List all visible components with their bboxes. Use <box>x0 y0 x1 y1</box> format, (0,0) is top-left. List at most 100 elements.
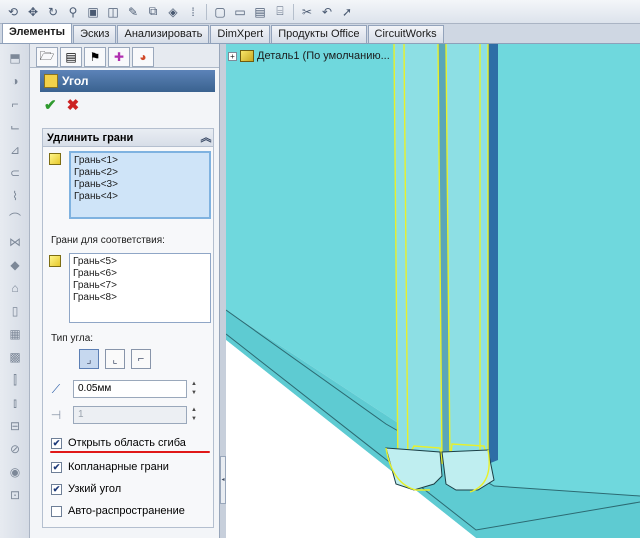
collapse-icon[interactable]: ︽ <box>199 129 213 146</box>
unfold-icon[interactable]: ▯ <box>6 302 24 320</box>
list-item[interactable]: Грань<8> <box>73 292 207 304</box>
rotate-icon[interactable]: ↻ <box>44 3 62 21</box>
flatten-icon[interactable]: ▩ <box>6 348 24 366</box>
manager-tabs: 🗁 ▤ ⚑ ✚ ◕ <box>30 44 219 68</box>
faces-to-match-list[interactable]: Грань<5> Грань<6> Грань<7> Грань<8> <box>69 253 211 323</box>
tab-dimxpert[interactable]: DimXpert <box>210 25 271 43</box>
cylinder-icon[interactable]: ⌸ <box>271 3 289 21</box>
face-selection-icon <box>49 153 61 165</box>
sketch-icon[interactable]: ✎ <box>124 3 142 21</box>
feature-title: Угол <box>62 74 89 88</box>
display-manager-tab-icon[interactable]: ◕ <box>132 47 154 67</box>
gap-spinner[interactable]: ▲ ▼ <box>189 380 199 398</box>
dimxpert-tab-icon[interactable]: ✚ <box>108 47 130 67</box>
face-selection-icon <box>49 255 61 267</box>
move-icon[interactable]: ✥ <box>24 3 42 21</box>
configuration-tab-icon[interactable]: ⚑ <box>84 47 106 67</box>
group-header[interactable]: Удлинить грани ︽ <box>43 129 213 147</box>
insert-bends-icon[interactable]: ⊟ <box>6 417 24 435</box>
miter-flange-icon[interactable]: ⊿ <box>6 141 24 159</box>
rip-icon[interactable]: ⫾ <box>6 394 24 412</box>
wall-left <box>394 44 442 474</box>
simple-hole-icon[interactable]: ◉ <box>6 463 24 481</box>
no-bends-icon[interactable]: ⫿ <box>6 371 24 389</box>
narrow-corner-row[interactable]: ✔ Узкий угол <box>51 481 121 497</box>
tab-evaluate[interactable]: Анализировать <box>117 25 210 43</box>
extrude-boss-icon[interactable]: ⬒ <box>6 49 24 67</box>
cross-break-icon[interactable]: ⋈ <box>6 233 24 251</box>
closed-butt-corner-button[interactable]: ⌞ <box>105 349 125 369</box>
list-item[interactable]: Грань<6> <box>73 268 207 280</box>
coplanar-faces-row[interactable]: ✔ Копланарные грани <box>51 459 169 475</box>
display-style-icon[interactable]: ▤ <box>251 3 269 21</box>
toolbar-separator <box>293 3 294 20</box>
corners-dropdown-icon[interactable]: ◆ <box>6 256 24 274</box>
fold-icon[interactable]: ▦ <box>6 325 24 343</box>
edge-flange-icon[interactable]: ⌙ <box>6 118 24 136</box>
pm-actions: ✔ ✖ <box>44 92 219 118</box>
list-item[interactable]: Грань<2> <box>74 167 206 179</box>
select-icon[interactable]: ▢ <box>211 3 229 21</box>
left-command-strip: ⬒ ◑ ⌐ ⌙ ⊿ ⊂ ⌇ ⌒ ⋈ ◆ ⌂ ▯ ▦ ▩ ⫿ ⫾ ⊟ ⊘ ◉ ⊡ <box>0 44 30 538</box>
open-bend-region-row[interactable]: ✔ Открыть область сгиба <box>51 435 186 451</box>
corner-type-label: Тип угла: <box>51 333 94 344</box>
narrow-corner-checkbox[interactable]: ✔ <box>51 483 62 495</box>
wall-dark-edge <box>488 44 498 464</box>
auto-propagation-row[interactable]: Авто-распространение <box>51 503 185 519</box>
list-item[interactable]: Грань<4> <box>74 191 206 203</box>
command-manager-tabs: Элементы Эскиз Анализировать DimXpert Пр… <box>0 23 640 44</box>
list-item[interactable]: Грань<7> <box>73 280 207 292</box>
overlap-ratio-row: ⊣ 1 ▲ ▼ <box>47 405 211 425</box>
extruded-cut-icon[interactable]: ⊘ <box>6 440 24 458</box>
featuremanager-tab-icon[interactable]: 🗁 <box>36 47 58 67</box>
part-icon <box>240 50 254 62</box>
gap-distance-icon: ⟋ <box>51 381 61 396</box>
mate-icon[interactable]: ⚲ <box>64 3 82 21</box>
open-butt-corner-button[interactable]: ⌟ <box>79 349 99 369</box>
coplanar-faces-checkbox[interactable]: ✔ <box>51 461 62 473</box>
model-view[interactable] <box>226 44 640 538</box>
arrow-icon[interactable]: ➚ <box>338 3 356 21</box>
vent-icon[interactable]: ⊡ <box>6 486 24 504</box>
auto-propagation-label: Авто-распространение <box>68 505 185 517</box>
open-bend-region-checkbox[interactable]: ✔ <box>51 437 62 449</box>
match-faces-label: Грани для соответствия: <box>51 235 165 246</box>
undo-icon[interactable]: ↶ <box>318 3 336 21</box>
points-icon[interactable]: ⁞ <box>184 3 202 21</box>
jog-icon[interactable]: ⌇ <box>6 187 24 205</box>
sheet-icon[interactable]: ▭ <box>231 3 249 21</box>
part-name: Деталь1 (По умолчанию... <box>257 50 390 62</box>
propertymanager-tab-icon[interactable]: ▤ <box>60 47 82 67</box>
forming-tool-icon[interactable]: ⌂ <box>6 279 24 297</box>
sketched-bend-icon[interactable]: ⌒ <box>6 210 24 228</box>
overlap-corner-button[interactable]: ⌐ <box>131 349 151 369</box>
new-document-icon[interactable]: ⟲ <box>4 3 22 21</box>
feature-tree-item[interactable]: + Деталь1 (По умолчанию... <box>228 50 390 62</box>
auto-propagation-checkbox[interactable] <box>51 505 62 517</box>
ok-button[interactable]: ✔ <box>44 96 57 114</box>
annotation-underline <box>50 451 210 453</box>
property-manager: 🗁 ▤ ⚑ ✚ ◕ Угол ✔ ✖ Удлинить грани ︽ Гран… <box>30 44 220 538</box>
overlap-ratio-input: 1 <box>73 406 187 424</box>
tab-sketch[interactable]: Эскиз <box>73 25 117 43</box>
tab-features[interactable]: Элементы <box>2 23 73 43</box>
list-item[interactable]: Грань<1> <box>74 155 206 167</box>
view-icon[interactable]: ◫ <box>104 3 122 21</box>
feature-icon[interactable]: ⧉ <box>144 3 162 21</box>
graphics-area[interactable]: + Деталь1 (По умолчанию... <box>226 44 640 538</box>
tab-circuitworks[interactable]: CircuitWorks <box>367 25 444 43</box>
list-item[interactable]: Грань<5> <box>73 256 207 268</box>
tab-office-products[interactable]: Продукты Office <box>271 25 367 43</box>
base-flange-icon[interactable]: ⌐ <box>6 95 24 113</box>
gap-distance-input[interactable]: 0.05мм <box>73 380 187 398</box>
top-toolbar: ⟲ ✥ ↻ ⚲ ▣ ◫ ✎ ⧉ ◈ ⁞ ▢ ▭ ▤ ⌸ ✂ ↶ ➚ <box>0 0 640 24</box>
faces-to-extend-list[interactable]: Грань<1> Грань<2> Грань<3> Грань<4> <box>69 151 211 219</box>
view-orientation-icon[interactable]: ◈ <box>164 3 182 21</box>
expand-icon[interactable]: + <box>228 51 237 61</box>
cut-icon[interactable]: ✂ <box>298 3 316 21</box>
hem-icon[interactable]: ⊂ <box>6 164 24 182</box>
cancel-button[interactable]: ✖ <box>67 96 80 114</box>
revolve-icon[interactable]: ◑ <box>6 72 24 90</box>
list-item[interactable]: Грань<3> <box>74 179 206 191</box>
window-icon[interactable]: ▣ <box>84 3 102 21</box>
